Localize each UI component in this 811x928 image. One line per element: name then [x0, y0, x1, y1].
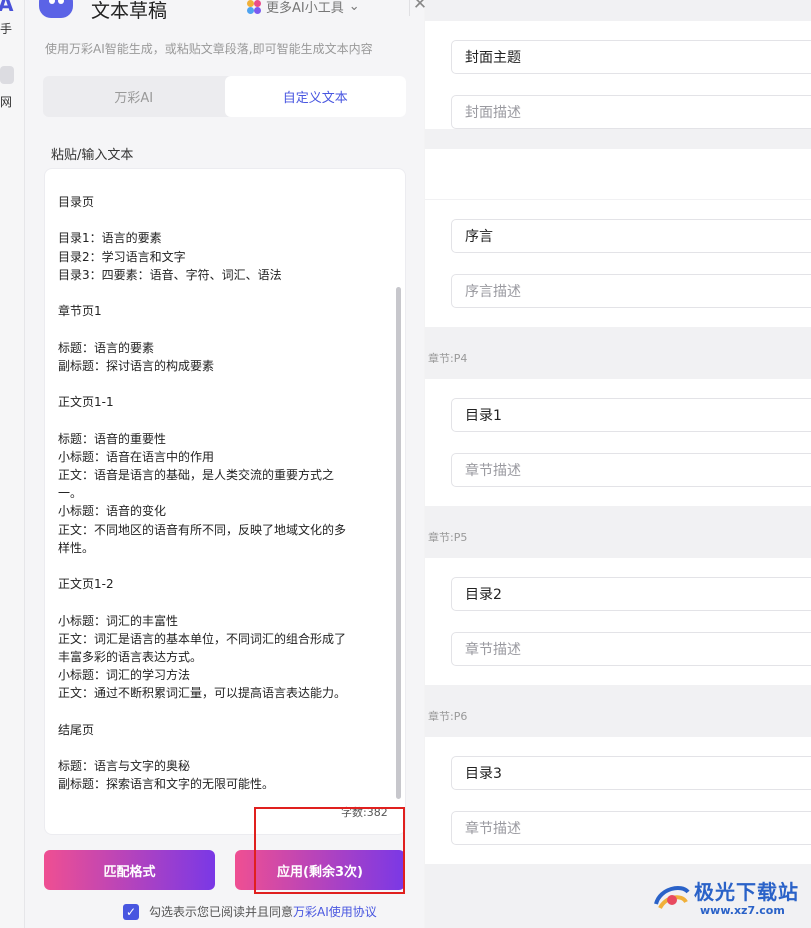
text-line: 目录3：四要素：语音、字符、词汇、语法: [58, 267, 282, 282]
tab-wancai-ai[interactable]: 万彩AI: [43, 76, 225, 117]
site-watermark: 极光下载站 www.xz7.com: [650, 872, 810, 928]
text-line: 小标题：词汇的丰富性: [58, 613, 179, 628]
text-draft-panel: 文本草稿 更多AI小工具 ⌄ ✕ 使用万彩AI智能生成，或粘贴文章段落,即可智能…: [25, 0, 427, 928]
text-line: 副标题：探讨语言的构成要素: [58, 358, 215, 373]
chapter-desc-field[interactable]: 章节描述: [451, 453, 811, 487]
flower-icon: [247, 0, 261, 14]
chapter-desc-field[interactable]: 章节描述: [451, 811, 811, 845]
chapter-title-field[interactable]: 目录2: [451, 577, 811, 611]
text-line: 标题：语音的重要性: [58, 431, 167, 446]
preface-card: 序言 序言描述: [425, 200, 811, 327]
highlight-box: [254, 807, 405, 894]
preface-title-field[interactable]: 序言: [451, 219, 811, 253]
chapter-label: 章节:P5: [428, 531, 468, 544]
text-input-area[interactable]: 目录页目录1：语言的要素目录2：学习语言和文字目录3：四要素：语音、字符、词汇、…: [44, 168, 406, 835]
watermark-url: www.xz7.com: [700, 904, 785, 917]
sidebar-tile-icon[interactable]: [0, 66, 14, 84]
text-line: [58, 375, 398, 393]
chevron-down-icon: ⌄: [348, 0, 360, 14]
text-line: [58, 739, 398, 757]
text-line: 样性。: [58, 540, 95, 555]
more-ai-tools-label: 更多AI小工具: [266, 1, 344, 16]
cover-title-field[interactable]: 封面主题: [451, 40, 811, 74]
text-line: [58, 320, 398, 338]
chapter-title-field[interactable]: 目录3: [451, 756, 811, 790]
app-sidebar-strip: A 手 网: [0, 0, 25, 928]
text-line: 目录1：语言的要素: [58, 231, 162, 246]
text-line: 正文：语音是语言的基础，是人类交流的重要方式之: [58, 467, 335, 482]
match-format-button[interactable]: 匹配格式: [44, 850, 215, 890]
text-line: [58, 557, 398, 575]
text-line: 小标题：语音的变化: [58, 504, 167, 519]
app-logo-icon: A: [0, 0, 14, 16]
text-content: 目录页目录1：语言的要素目录2：学习语言和文字目录3：四要素：语音、字符、词汇、…: [58, 193, 398, 794]
text-line: 正文页1-1: [58, 395, 114, 410]
chapter-card: 目录2 章节描述: [425, 558, 811, 685]
panel-title: 文本草稿: [91, 0, 168, 22]
text-line: [58, 411, 398, 429]
agreement-row: ✓ 勾选表示您已阅读并且同意万彩AI使用协议: [123, 903, 377, 920]
text-input-label: 粘贴/输入文本: [51, 148, 134, 163]
robot-logo-icon: [39, 0, 73, 18]
scrollbar[interactable]: [396, 287, 401, 799]
text-line: 小标题：词汇的学习方法: [58, 668, 191, 683]
agreement-text: 勾选表示您已阅读并且同意: [149, 905, 294, 919]
chapter-label: 章节:P6: [428, 710, 468, 723]
chapter-card: 目录3 章节描述: [425, 737, 811, 864]
agreement-link[interactable]: 万彩AI使用协议: [293, 905, 377, 919]
agreement-checkbox[interactable]: ✓: [123, 903, 139, 920]
text-line: [58, 211, 398, 229]
text-line: 结尾页: [58, 722, 95, 737]
panel-subtitle: 使用万彩AI智能生成，或粘贴文章段落,即可智能生成文本内容: [45, 42, 373, 56]
text-line: [58, 284, 398, 302]
text-line: [58, 593, 398, 611]
chapter-label: 章节:P4: [428, 352, 468, 365]
text-line: 标题：语言的要素: [58, 340, 155, 355]
text-line: 小标题：语音在语言中的作用: [58, 449, 215, 464]
preface-desc-field[interactable]: 序言描述: [451, 274, 811, 308]
cover-desc-field[interactable]: 封面描述: [451, 95, 811, 129]
chapter-desc-field[interactable]: 章节描述: [451, 632, 811, 666]
chapter-title-field[interactable]: 目录1: [451, 398, 811, 432]
text-line: 正文：词汇是语言的基本单位，不同词汇的组合形成了: [58, 631, 347, 646]
text-line: 一。: [58, 486, 83, 501]
spacer-card: [425, 149, 811, 199]
watermark-name: 极光下载站: [694, 880, 799, 904]
cover-card: 封面主题 封面描述: [425, 21, 811, 129]
text-line: 丰富多彩的语言表达方式。: [58, 649, 203, 664]
text-line: 副标题：探索语言和文字的无限可能性。: [58, 777, 275, 792]
chapter-card: 目录1 章节描述: [425, 379, 811, 506]
text-line: 目录2：学习语言和文字: [58, 249, 186, 264]
outline-editor: 封面主题 封面描述 序言 序言描述 章节:P4 目录1 章节描述 章节:P5 目…: [425, 0, 811, 928]
text-line: 章节页1: [58, 304, 102, 319]
aurora-logo-icon: [654, 886, 690, 910]
text-line: 正文：通过不断积累词汇量，可以提高语言表达能力。: [58, 686, 347, 701]
more-ai-tools-dropdown[interactable]: 更多AI小工具 ⌄: [247, 0, 360, 16]
sidebar-label-bottom[interactable]: 网: [0, 93, 12, 110]
source-tabs: 万彩AI 自定义文本: [43, 76, 406, 117]
text-line: 正文：不同地区的语音有所不同，反映了地域文化的多: [58, 522, 347, 537]
text-line: 目录页: [58, 195, 95, 209]
text-line: 标题：语言与文字的奥秘: [58, 759, 191, 774]
text-line: 正文页1-2: [58, 577, 114, 592]
text-line: [58, 703, 398, 721]
tab-custom-text[interactable]: 自定义文本: [224, 76, 406, 117]
sidebar-label-top[interactable]: 手: [0, 20, 12, 37]
